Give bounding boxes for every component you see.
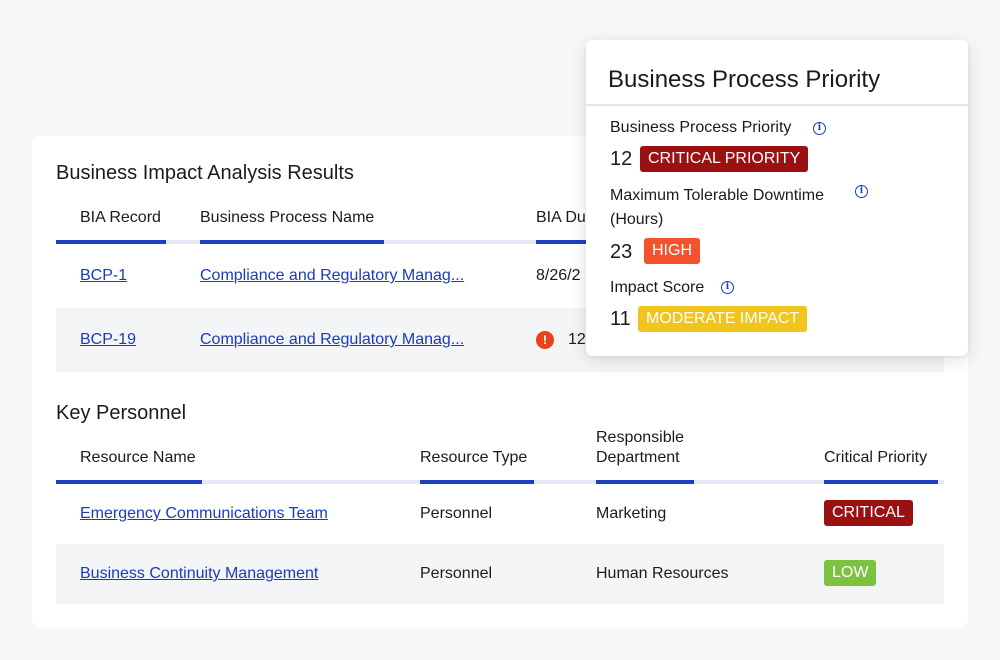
priority-popover: Business Process Priority Business Proce… (586, 40, 968, 356)
downtime-label-unit: (Hours) (610, 211, 664, 228)
critical-priority-badge: CRITICAL PRIORITY (640, 146, 809, 172)
personnel-col-type-bar (420, 480, 534, 484)
bia-col-record[interactable]: BIA Record (80, 208, 161, 228)
downtime-label: Maximum Tolerable Downtime (610, 187, 824, 204)
responsible-department: Marketing (596, 505, 667, 522)
bia-section-title: Business Impact Analysis Results (56, 162, 354, 184)
resource-type: Personnel (420, 505, 493, 522)
personnel-section-title: Key Personnel (56, 402, 187, 424)
bia-process-link[interactable]: Compliance and Regulatory Manag... (200, 331, 464, 349)
bia-process-link[interactable]: Compliance and Regulatory Manag... (200, 267, 464, 285)
info-icon[interactable]: i (855, 185, 868, 198)
personnel-col-department[interactable]: Responsible Department (596, 428, 716, 468)
bia-record-link[interactable]: BCP-19 (80, 331, 136, 349)
responsible-department: Human Resources (596, 565, 729, 582)
popover-title: Business Process Priority (608, 66, 881, 93)
popover-divider (586, 104, 968, 106)
bia-col-process[interactable]: Business Process Name (200, 208, 374, 228)
bia-col-due-bar (536, 240, 592, 244)
info-icon[interactable]: i (813, 122, 826, 135)
personnel-col-name[interactable]: Resource Name (80, 448, 196, 468)
priority-badge-low: LOW (824, 560, 877, 586)
impact-score-value: 11 (610, 308, 631, 330)
moderate-impact-badge: MODERATE IMPACT (638, 306, 808, 332)
resource-name-link[interactable]: Business Continuity Management (80, 565, 318, 583)
bia-col-due[interactable]: BIA Du (536, 208, 586, 228)
bia-due-date: 8/26/2 (536, 267, 581, 284)
personnel-col-priority[interactable]: Critical Priority (824, 448, 927, 468)
process-priority-label: Business Process Priority (610, 119, 792, 136)
bia-record-link[interactable]: BCP-1 (80, 267, 127, 285)
info-icon[interactable]: i (721, 281, 734, 294)
bia-col-process-bar (200, 240, 384, 244)
personnel-col-priority-bar (824, 480, 938, 484)
personnel-col-type[interactable]: Resource Type (420, 448, 527, 468)
priority-badge-critical: CRITICAL (824, 500, 913, 526)
downtime-value: 23 (610, 241, 633, 263)
bia-col-record-bar (56, 240, 166, 244)
resource-type: Personnel (420, 565, 493, 582)
personnel-col-name-bar (56, 480, 202, 484)
personnel-col-department-bar (596, 480, 694, 484)
process-priority-value: 12 (610, 148, 633, 170)
resource-name-link[interactable]: Emergency Communications Team (80, 505, 328, 523)
impact-score-label: Impact Score (610, 279, 705, 296)
error-icon: ! (536, 331, 554, 349)
high-badge: HIGH (644, 238, 700, 264)
bia-due-date: 12 (568, 331, 586, 348)
